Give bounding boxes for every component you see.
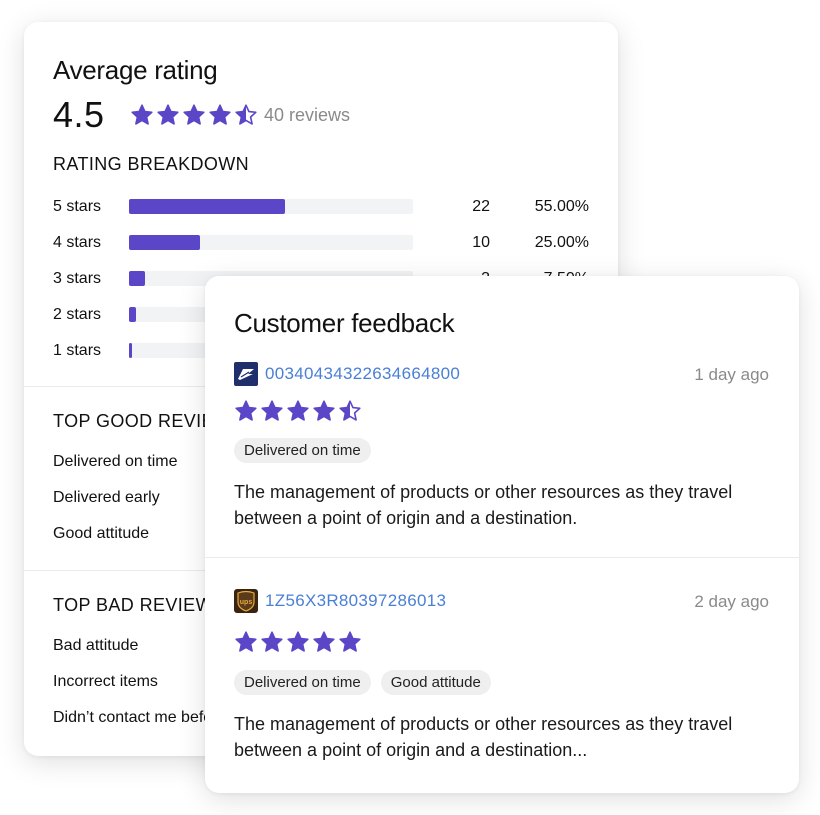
star-icon — [235, 400, 257, 421]
feedback-tags: Delivered on time Good attitude — [234, 670, 491, 695]
breakdown-percent: 25.00% — [534, 234, 589, 251]
star-icon — [157, 104, 179, 125]
bad-review-item: Incorrect items — [53, 673, 158, 690]
divider — [205, 557, 799, 558]
feedback-text: The management of products or other reso… — [234, 482, 733, 528]
feedback-text: The management of products or other reso… — [234, 714, 733, 760]
star-icon — [209, 104, 231, 125]
star-icon — [235, 631, 257, 652]
star-icon — [287, 631, 309, 652]
breakdown-label: 2 stars — [53, 306, 102, 323]
star-icon — [287, 400, 309, 421]
feedback-stars — [234, 630, 362, 654]
breakdown-row-4: 4 stars 10 25.00% — [53, 231, 593, 255]
breakdown-bar-fill — [129, 235, 200, 250]
breakdown-bar-track — [129, 199, 413, 214]
average-score: 4.5 — [53, 94, 105, 135]
feedback-stars — [234, 399, 362, 423]
good-review-item: Delivered early — [53, 489, 160, 506]
breakdown-label: 5 stars — [53, 198, 102, 215]
svg-text:ups: ups — [240, 599, 253, 606]
breakdown-percent: 55.00% — [534, 198, 589, 215]
feedback-time: 1 day ago — [694, 365, 769, 384]
breakdown-row-5: 5 stars 22 55.00% — [53, 195, 593, 219]
good-review-item: Delivered on time — [53, 453, 178, 470]
star-icon — [261, 631, 283, 652]
breakdown-bar-fill — [129, 271, 145, 286]
rating-breakdown-title: RATING BREAKDOWN — [53, 154, 250, 174]
star-icon — [131, 104, 153, 125]
breakdown-count: 10 — [472, 234, 490, 251]
star-icon — [183, 104, 205, 125]
average-stars — [130, 103, 258, 127]
top-bad-reviews-title: TOP BAD REVIEWS — [53, 595, 226, 615]
star-icon — [261, 400, 283, 421]
usps-icon — [234, 362, 258, 386]
breakdown-label: 3 stars — [53, 270, 102, 287]
ups-icon: ups — [234, 589, 258, 613]
customer-feedback-title: Customer feedback — [234, 308, 455, 338]
breakdown-bar-fill — [129, 199, 286, 214]
feedback-tags: Delivered on time — [234, 438, 371, 463]
customer-feedback-card: Customer feedback 00340434322634664800 1… — [205, 276, 799, 793]
star-icon — [313, 631, 335, 652]
star-icon — [339, 631, 361, 652]
average-rating-title: Average rating — [53, 55, 218, 85]
good-review-item: Good attitude — [53, 525, 150, 542]
star-icon — [235, 104, 257, 125]
breakdown-label: 1 stars — [53, 342, 102, 359]
star-icon — [339, 400, 361, 421]
tracking-number-link[interactable]: 1Z56X3R80397286013 — [265, 591, 446, 611]
tag-delivered-on-time: Delivered on time — [234, 670, 371, 695]
tracking-number-link[interactable]: 00340434322634664800 — [265, 364, 460, 384]
review-count: 40 reviews — [264, 105, 351, 125]
breakdown-bar-track — [129, 235, 413, 250]
tag-good-attitude: Good attitude — [380, 670, 491, 695]
breakdown-label: 4 stars — [53, 234, 102, 251]
star-icon — [313, 400, 335, 421]
tag-delivered-on-time: Delivered on time — [234, 438, 371, 463]
breakdown-bar-fill — [129, 343, 133, 358]
breakdown-bar-fill — [129, 307, 137, 322]
bad-review-item: Bad attitude — [53, 637, 139, 654]
feedback-time: 2 day ago — [694, 592, 769, 611]
breakdown-count: 22 — [472, 198, 490, 215]
